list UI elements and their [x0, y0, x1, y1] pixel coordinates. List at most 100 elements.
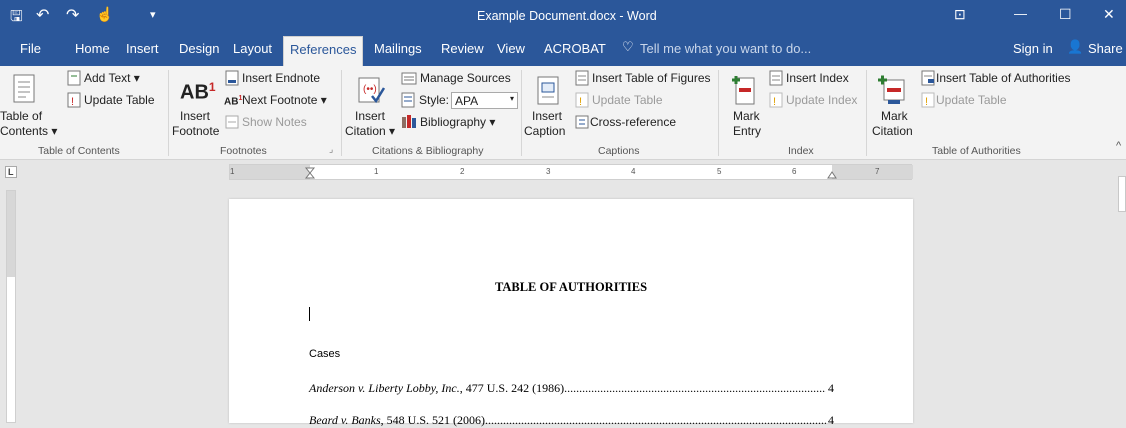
bibliography-button[interactable]: Bibliography ▾: [420, 115, 495, 129]
next-footnote-icon: AB1: [224, 95, 243, 108]
redo-icon[interactable]: ↷: [66, 5, 79, 25]
mark-citation-button[interactable]: Mark: [881, 109, 908, 123]
ruler-number: 5: [717, 167, 722, 176]
insert-citation-dropdown[interactable]: Citation ▾: [345, 124, 395, 138]
mark-citation-label[interactable]: Citation: [872, 124, 913, 138]
insert-citation-icon: (••): [358, 77, 386, 104]
table-of-contents-dropdown[interactable]: Contents ▾: [0, 124, 57, 138]
group-separator: [866, 70, 867, 156]
insert-footnote-button[interactable]: Insert: [180, 109, 210, 123]
tab-references[interactable]: References: [283, 36, 364, 66]
toa-entry: Beard v. Banks , 548 U.S. 521 (2006) ...…: [309, 413, 834, 428]
update-toa-icon: !: [921, 92, 935, 108]
add-text-button[interactable]: Add Text ▾: [84, 71, 140, 85]
close-button[interactable]: ✕: [1103, 6, 1115, 23]
cross-reference-button[interactable]: Cross-reference: [590, 115, 676, 129]
svg-text:!: !: [579, 96, 582, 108]
update-table-button[interactable]: Update Table: [84, 93, 155, 107]
insert-index-button[interactable]: Insert Index: [786, 71, 849, 85]
tell-me-input[interactable]: Tell me what you want to do...: [640, 41, 811, 56]
insert-caption-label[interactable]: Caption: [524, 124, 565, 138]
window-title: Example Document.docx - Word: [477, 9, 657, 23]
update-table-figures-button[interactable]: Update Table: [592, 93, 663, 107]
svg-text:!: !: [773, 96, 776, 108]
dot-leader: ........................................…: [564, 381, 826, 395]
tab-design[interactable]: Design: [179, 41, 219, 56]
style-icon: [401, 92, 415, 108]
share-button[interactable]: Share: [1088, 41, 1123, 56]
toa-entry: Anderson v. Liberty Lobby, Inc. , 477 U.…: [309, 381, 834, 396]
update-table-icon: !: [67, 92, 81, 108]
mark-entry-button[interactable]: Mark: [733, 109, 760, 123]
insert-citation-button[interactable]: Insert: [355, 109, 385, 123]
manage-sources-button[interactable]: Manage Sources: [420, 71, 511, 85]
share-icon: 👤: [1067, 39, 1084, 54]
ruler-number: 1: [230, 167, 235, 176]
lightbulb-icon: ♡: [622, 39, 634, 54]
minimize-button[interactable]: —: [1014, 6, 1027, 21]
document-page[interactable]: TABLE OF AUTHORITIES Cases Anderson v. L…: [229, 199, 913, 427]
ruler-number: 7: [875, 167, 880, 176]
update-index-button[interactable]: Update Index: [786, 93, 857, 107]
text-cursor: [309, 307, 310, 321]
ruler-number: 2: [460, 167, 465, 176]
cases-section-label: Cases: [309, 348, 341, 360]
ribbon-tabs: File Home Insert Design Layout Reference…: [0, 32, 1126, 66]
insert-toa-button[interactable]: Insert Table of Authorities: [936, 71, 1071, 85]
tab-mailings[interactable]: Mailings: [374, 41, 422, 56]
title-bar: 🖫 ↶ ↷ ☝ ▾ Example Document.docx - Word ⊡…: [0, 0, 1126, 32]
horizontal-ruler[interactable]: 1 1 2 3 4 5 6 7: [229, 164, 913, 180]
mark-entry-label[interactable]: Entry: [733, 124, 761, 138]
maximize-button[interactable]: ☐: [1059, 6, 1072, 23]
scrollbar-thumb[interactable]: [1118, 176, 1126, 212]
sign-in-link[interactable]: Sign in: [1013, 41, 1053, 56]
tab-view[interactable]: View: [497, 41, 525, 56]
group-label-citations: Citations & Bibliography: [372, 145, 484, 157]
ribbon-display-icon[interactable]: ⊡: [954, 6, 966, 23]
manage-sources-icon: [401, 72, 417, 85]
right-indent-marker-icon[interactable]: [826, 167, 838, 179]
tab-file[interactable]: File: [20, 41, 41, 56]
tab-insert[interactable]: Insert: [126, 41, 159, 56]
update-index-icon: !: [769, 92, 783, 108]
toa-heading: TABLE OF AUTHORITIES: [494, 280, 648, 294]
save-icon[interactable]: 🖫: [10, 6, 23, 31]
undo-icon[interactable]: ↶: [36, 5, 49, 25]
group-label-captions: Captions: [598, 145, 640, 157]
insert-table-of-figures-button[interactable]: Insert Table of Figures: [592, 71, 711, 85]
footnote-ab-glyph: AB: [180, 81, 209, 104]
style-select[interactable]: APA ▾: [451, 92, 518, 109]
indent-marker-icon[interactable]: [304, 167, 316, 179]
show-notes-button[interactable]: Show Notes: [242, 115, 307, 129]
footnotes-dialog-launcher-icon[interactable]: ⌟: [329, 144, 333, 155]
insert-footnote-label[interactable]: Footnote: [172, 124, 219, 138]
update-toa-button[interactable]: Update Table: [936, 93, 1007, 107]
customize-qat-icon[interactable]: ▾: [150, 8, 156, 21]
mark-entry-icon: [732, 76, 755, 105]
vertical-ruler[interactable]: [6, 190, 16, 423]
ruler-number: 1: [374, 167, 379, 176]
tab-home[interactable]: Home: [75, 41, 110, 56]
case-name: Beard v. Banks: [309, 413, 381, 427]
page-number: 4: [828, 413, 834, 427]
touch-mode-icon[interactable]: ☝: [96, 6, 113, 23]
group-separator: [168, 70, 169, 156]
tab-acrobat[interactable]: ACROBAT: [544, 41, 606, 56]
case-name: Anderson v. Liberty Lobby, Inc.: [309, 381, 460, 395]
page-number: 4: [828, 381, 834, 395]
tab-selector[interactable]: L: [5, 166, 17, 178]
table-of-contents-button[interactable]: Table of: [0, 109, 42, 123]
group-label-authorities: Table of Authorities: [932, 145, 1021, 157]
vruler-top-margin: [7, 191, 15, 277]
insert-caption-button[interactable]: Insert: [532, 109, 562, 123]
tab-layout[interactable]: Layout: [233, 41, 272, 56]
group-separator: [341, 70, 342, 156]
collapse-ribbon-icon[interactable]: ^: [1116, 140, 1121, 152]
group-label-footnotes: Footnotes: [220, 145, 267, 157]
next-footnote-button[interactable]: Next Footnote ▾: [242, 93, 327, 107]
style-select-value: APA: [455, 94, 479, 108]
footnote-sup-glyph: 1: [208, 80, 216, 94]
tab-review[interactable]: Review: [441, 41, 484, 56]
insert-endnote-button[interactable]: Insert Endnote: [242, 71, 320, 85]
mark-citation-icon: [878, 75, 905, 104]
